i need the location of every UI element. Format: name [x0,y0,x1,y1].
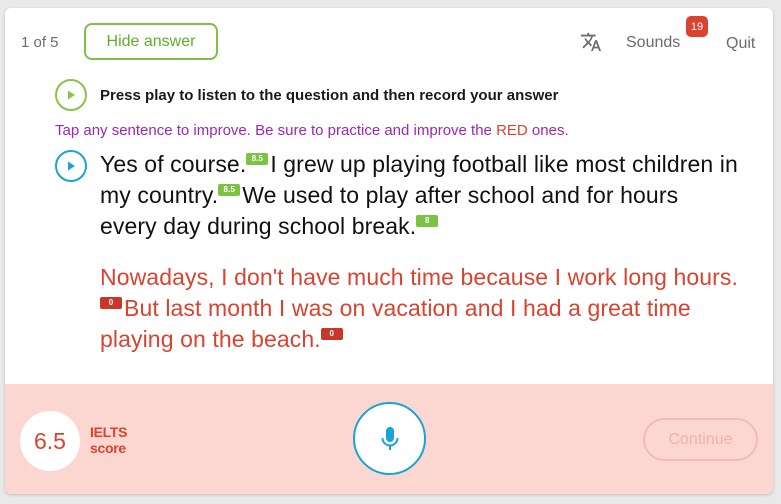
answer-sentence-red[interactable]: But last month I was on vacation and I h… [100,295,691,352]
hint-text-end: ones. [527,122,569,139]
sounds-count-badge: 19 [686,16,708,37]
answer-play-button[interactable] [55,150,87,182]
score-circle: 6.5 [20,411,80,471]
sentence-score-badge: 8.5 [246,153,269,165]
hide-answer-button[interactable]: Hide answer [84,23,218,60]
sentence-score-badge: 0 [320,328,343,340]
score-label: IELTS score [90,424,127,456]
score-label-line1: IELTS [90,424,128,440]
translate-icon[interactable] [580,31,602,53]
sentence-score-badge: 8 [416,215,439,227]
sentence-score-badge: 8.5 [218,184,241,196]
question-counter: 1 of 5 [21,34,59,51]
exercise-card: 1 of 5 Hide answer Sounds 19 Quit Press … [5,8,773,494]
play-icon [68,90,75,100]
microphone-icon [381,426,398,450]
record-button[interactable] [353,402,426,475]
answer-paragraph: Yes of course. 8.5 I grew up playing footb… [100,149,740,242]
question-instruction: Press play to listen to the question and… [100,87,559,104]
sounds-button[interactable]: Sounds [626,34,680,52]
score-label-line2: score [90,440,126,456]
answer-paragraph-to-improve: Nowadays, I don't have much time because… [100,262,740,355]
answer-sentence-red[interactable]: Nowadays, I don't have much time because… [100,264,738,290]
continue-button[interactable]: Continue [643,418,758,461]
quit-button[interactable]: Quit [726,35,755,53]
sentence-score-badge: 0 [100,297,122,309]
improvement-hint: Tap any sentence to improve. Be sure to … [55,122,569,139]
hint-red-word: RED [496,122,528,139]
footer-bar: 6.5 IELTS score Continue [5,384,773,494]
question-play-button[interactable] [55,79,87,111]
answer-sentence[interactable]: Yes of course. [100,151,246,177]
hint-text: Tap any sentence to improve. Be sure to … [55,122,497,139]
play-icon [68,161,75,171]
